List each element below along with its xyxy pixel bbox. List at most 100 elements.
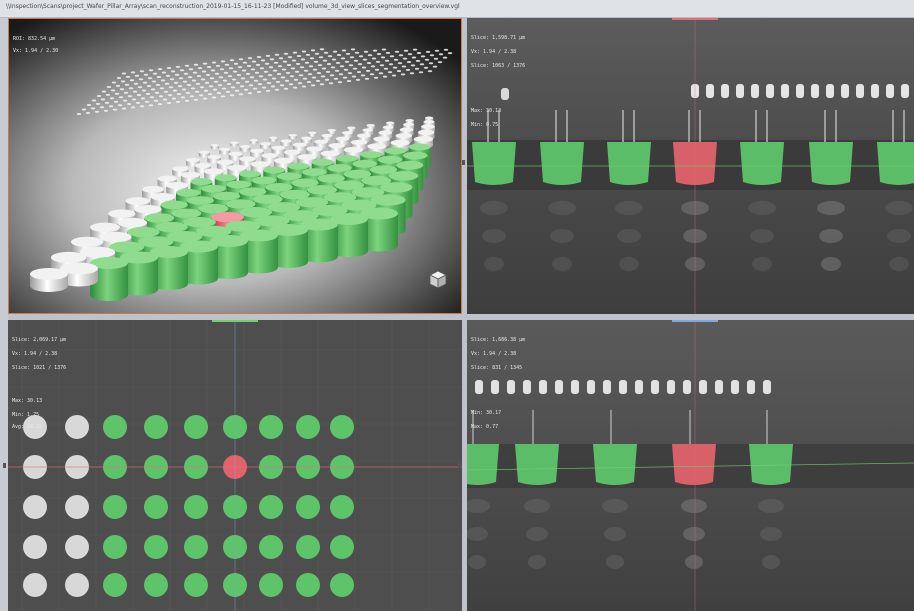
ghost-mark bbox=[548, 201, 576, 215]
pillar-far bbox=[346, 80, 352, 82]
pillar-far bbox=[122, 99, 128, 102]
pillar-far bbox=[299, 66, 305, 69]
pillar-far bbox=[400, 73, 406, 76]
ghost-mark bbox=[606, 555, 624, 569]
overlay-min: Min: 30.17 bbox=[471, 410, 502, 416]
pillar-far bbox=[316, 72, 322, 74]
pillar-far bbox=[210, 69, 216, 72]
pillar-far bbox=[101, 90, 107, 93]
bump bbox=[731, 380, 739, 394]
pillar-far bbox=[300, 58, 306, 61]
bump bbox=[603, 380, 611, 394]
pillar-far bbox=[90, 107, 96, 110]
pillar-far bbox=[214, 72, 220, 75]
pillar-far bbox=[273, 61, 279, 64]
pillar-far bbox=[120, 80, 126, 83]
pillar-far bbox=[267, 74, 273, 77]
pillar-far bbox=[207, 93, 213, 96]
pillar-far bbox=[292, 86, 298, 89]
pillar-far bbox=[124, 83, 130, 86]
pillar-far bbox=[217, 84, 223, 87]
bump bbox=[811, 84, 819, 98]
pillar-far bbox=[434, 49, 440, 52]
pillar-far bbox=[261, 86, 267, 89]
pillar-far bbox=[320, 75, 326, 78]
ghost-mark bbox=[819, 229, 843, 243]
overlay-min: Min: 0.75 bbox=[471, 122, 499, 128]
cube-icon[interactable] bbox=[428, 269, 448, 289]
viewport-coronal[interactable]: Slice: 1,686.38 µm Vx: 1.94 / 2.38 Slice… bbox=[467, 320, 914, 611]
pillar bbox=[210, 144, 220, 150]
pillar-far bbox=[326, 63, 332, 65]
ghost-mark bbox=[683, 527, 705, 541]
pillar-far bbox=[442, 56, 448, 59]
overlay-avg: Avg: 18.31 bbox=[12, 424, 43, 430]
pillar-far bbox=[374, 68, 380, 71]
pillar-far bbox=[275, 80, 281, 83]
overlay-roi: ROI: 832.54 µm bbox=[13, 36, 56, 42]
pillar-far bbox=[245, 72, 251, 75]
pillar-far bbox=[143, 73, 149, 76]
pillar-far bbox=[192, 71, 198, 74]
bump bbox=[539, 380, 547, 394]
bump bbox=[507, 380, 515, 394]
pillar-far bbox=[366, 62, 372, 64]
pillar-far bbox=[134, 74, 140, 77]
bump bbox=[751, 84, 759, 98]
splitter-handle[interactable] bbox=[462, 160, 465, 165]
pillar-far bbox=[268, 66, 274, 69]
bump bbox=[747, 380, 755, 394]
pillar-far bbox=[337, 81, 343, 84]
splitter-handle[interactable] bbox=[3, 463, 6, 468]
pillar-far bbox=[393, 58, 399, 61]
ghost-mark bbox=[617, 229, 641, 243]
pillar bbox=[330, 495, 354, 519]
pillar-far bbox=[385, 51, 391, 54]
pillar-far bbox=[181, 88, 187, 91]
pillar-far bbox=[226, 83, 232, 85]
pillar-far bbox=[365, 69, 371, 72]
pillar-far bbox=[263, 70, 269, 73]
pillar-far bbox=[190, 87, 196, 90]
pillar-far bbox=[315, 79, 321, 82]
pillar-far bbox=[313, 60, 319, 63]
ghost-mark bbox=[524, 499, 550, 513]
ghost-mark bbox=[484, 257, 504, 271]
viewport-axial[interactable]: Slice: 2,069.17 µm Vx: 1.94 / 2.38 Slice… bbox=[8, 320, 462, 611]
ghost-mark bbox=[758, 499, 784, 513]
pillar-far bbox=[153, 99, 159, 102]
pillar-far bbox=[239, 85, 245, 88]
pillar-far bbox=[131, 98, 137, 101]
pillar-far bbox=[184, 99, 190, 102]
viewport-3d[interactable]: ROI: 832.54 µm Vx: 1.94 / 2.30 bbox=[8, 18, 462, 314]
coronal-slice bbox=[467, 320, 914, 611]
splitter-handle[interactable] bbox=[458, 463, 461, 468]
pillar bbox=[23, 573, 47, 597]
pillar-far bbox=[161, 71, 167, 74]
bump bbox=[826, 84, 834, 98]
pillar-far bbox=[123, 91, 129, 94]
pillar-far bbox=[364, 77, 370, 80]
pillar bbox=[184, 535, 208, 559]
pillar-far bbox=[205, 73, 211, 76]
pillar-far bbox=[335, 61, 341, 64]
pillar-far bbox=[290, 67, 296, 70]
pillar-far bbox=[264, 62, 270, 65]
pillar-far bbox=[229, 59, 235, 62]
pillar-far bbox=[130, 71, 136, 74]
pillar-far bbox=[319, 83, 325, 86]
pillar-far bbox=[310, 49, 316, 52]
pillar-far bbox=[343, 68, 349, 71]
pillar-far bbox=[286, 64, 292, 66]
viewport-sagittal[interactable]: Slice: 1,598.71 µm Vx: 1.94 / 2.38 Slice… bbox=[467, 18, 914, 314]
pillar-far bbox=[229, 94, 235, 97]
pillar-far bbox=[306, 81, 312, 83]
splitter-horizontal[interactable] bbox=[8, 314, 914, 320]
pillar-far bbox=[234, 89, 240, 92]
pillar-far bbox=[152, 72, 158, 75]
overlay-max: Max: 30.13 bbox=[12, 398, 43, 404]
bump bbox=[886, 84, 894, 98]
pillar-far bbox=[99, 106, 105, 109]
pillar-far bbox=[246, 65, 252, 67]
pillar-far bbox=[200, 78, 206, 81]
